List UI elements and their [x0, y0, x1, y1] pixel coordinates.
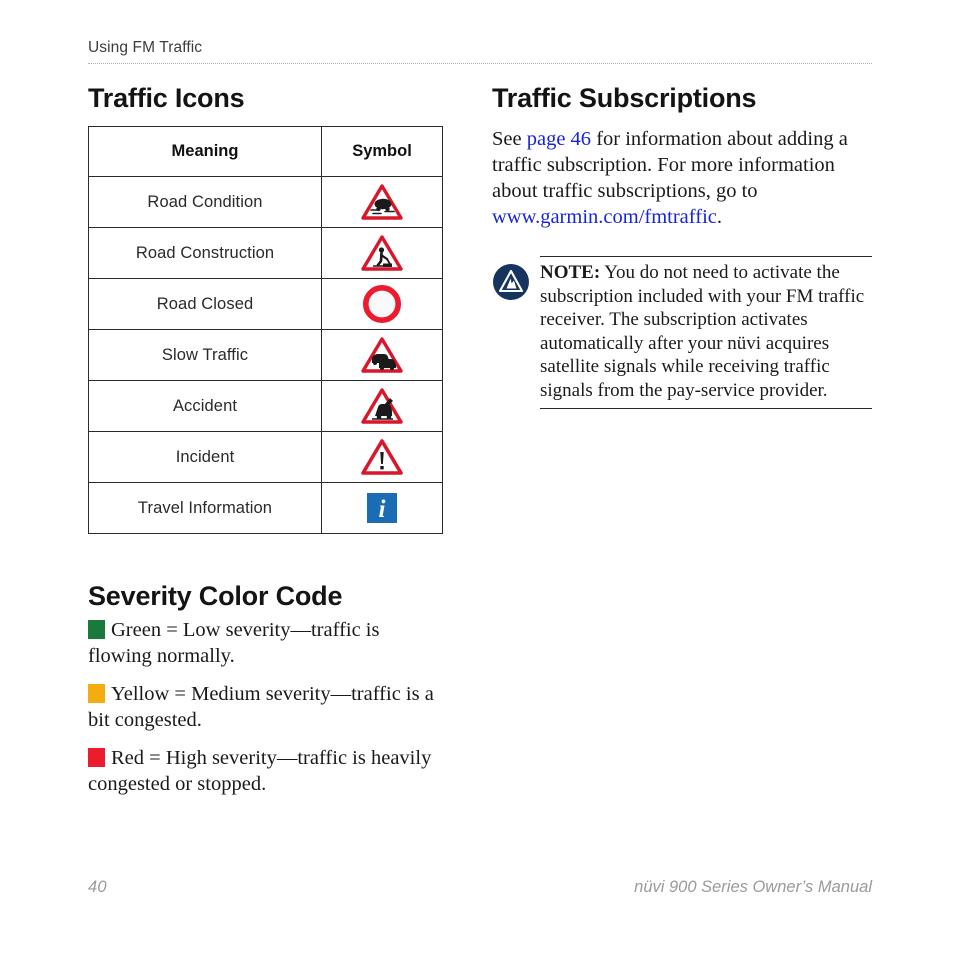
page-footer: 40 nüvi 900 Series Owner’s Manual: [88, 878, 872, 897]
traffic-subscriptions-heading: Traffic Subscriptions: [492, 83, 757, 113]
severity-item-green: Green = Low severity—traffic is flowing …: [88, 618, 448, 669]
column-header-symbol: Symbol: [321, 126, 443, 177]
severity-item-yellow: Yellow = Medium severity—traffic is a bi…: [88, 682, 448, 733]
note-label: NOTE:: [540, 262, 601, 283]
document-page: Using FM Traffic Traffic Icons Meaning S…: [0, 0, 954, 954]
cell-symbol: [321, 431, 443, 483]
cell-meaning: Road Condition: [88, 176, 322, 228]
paragraph-text-lead: See: [492, 128, 527, 150]
footer-page-number: 40: [88, 878, 107, 896]
cell-symbol: [321, 329, 443, 381]
table-row: Road Construction: [88, 227, 443, 279]
yellow-severity-swatch: [88, 684, 105, 703]
traffic-icons-heading: Traffic Icons: [88, 83, 245, 113]
road-closed-circle-icon: [322, 279, 442, 329]
severity-text-red: Red = High severity—traffic is heavily c…: [88, 747, 432, 795]
severity-item-red: Red = High severity—traffic is heavily c…: [88, 746, 448, 797]
cell-symbol: [321, 278, 443, 330]
paragraph-text-tail: .: [716, 206, 722, 228]
table-row: Incident: [88, 431, 443, 483]
cell-symbol: [321, 380, 443, 432]
footer-manual-title: nüvi 900 Series Owner’s Manual: [634, 878, 872, 896]
severity-text-yellow: Yellow = Medium severity—traffic is a bi…: [88, 683, 434, 731]
column-header-meaning: Meaning: [88, 126, 322, 177]
cell-meaning: Road Closed: [88, 278, 322, 330]
cell-symbol: [321, 176, 443, 228]
severity-text-green: Green = Low severity—traffic is flowing …: [88, 619, 380, 667]
travel-information-info-icon: i: [322, 483, 442, 533]
cell-meaning: Accident: [88, 380, 322, 432]
note-callout: NOTE: You do not need to activate the su…: [492, 256, 872, 409]
right-column: Traffic Subscriptions See page 46 for in…: [492, 82, 872, 409]
garmin-fmtraffic-url-link[interactable]: www.garmin.com/fmtraffic: [492, 206, 717, 228]
garmin-logo-icon: [492, 263, 530, 301]
svg-text:i: i: [379, 496, 386, 523]
table-row: Accident: [88, 380, 443, 432]
red-severity-swatch: [88, 748, 105, 767]
table-header-row: Meaning Symbol: [88, 126, 443, 177]
header-divider-rule: [88, 63, 872, 65]
green-severity-swatch: [88, 620, 105, 639]
slippery-road-warning-icon: [322, 177, 442, 227]
running-header: Using FM Traffic: [88, 38, 872, 57]
severity-heading: Severity Color Code: [88, 581, 343, 611]
note-paragraph: NOTE: You do not need to activate the su…: [540, 261, 872, 403]
note-body: NOTE: You do not need to activate the su…: [540, 256, 872, 409]
general-warning-exclamation-icon: [322, 432, 442, 482]
table-row: Slow Traffic: [88, 329, 443, 381]
subscriptions-paragraph: See page 46 for information about adding…: [492, 126, 872, 230]
accident-warning-icon: [322, 381, 442, 431]
traffic-icons-table: Meaning Symbol Road Condition Road Const…: [88, 126, 443, 534]
cell-meaning: Road Construction: [88, 227, 322, 279]
traffic-queue-warning-icon: [322, 330, 442, 380]
cell-meaning: Travel Information: [88, 482, 322, 534]
page-46-link[interactable]: page 46: [527, 128, 591, 150]
table-row: Road Closed: [88, 278, 443, 330]
left-column: Traffic Icons Meaning Symbol Road Condit…: [88, 82, 448, 810]
cell-meaning: Incident: [88, 431, 322, 483]
severity-color-code-section: Severity Color Code Green = Low severity…: [88, 580, 448, 797]
cell-symbol: i: [321, 482, 443, 534]
running-head-text: Using FM Traffic: [88, 39, 203, 56]
road-works-warning-icon: [322, 228, 442, 278]
cell-meaning: Slow Traffic: [88, 329, 322, 381]
cell-symbol: [321, 227, 443, 279]
table-row: Road Condition: [88, 176, 443, 228]
table-row: Travel Information i: [88, 482, 443, 534]
